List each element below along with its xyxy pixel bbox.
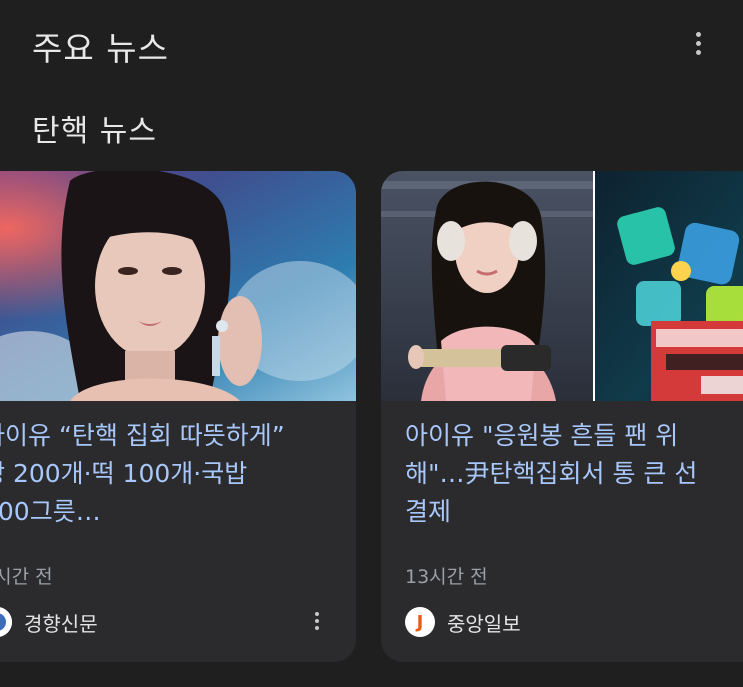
more-vert-icon[interactable]: [686, 28, 710, 58]
news-page: 주요 뉴스 탄핵 뉴스 아이유 “탄핵 집회 따뜻하게” 빵 200개·떡 10…: [0, 0, 743, 687]
source-name: 중앙일보: [447, 611, 521, 636]
headline-line: 아이유 “탄핵 집회 따뜻하게”: [0, 421, 285, 450]
news-headline[interactable]: 아이유 "응원봉 흔들 팬 위 해"…尹탄핵집회서 통 큰 선 결제: [405, 417, 697, 531]
headline-line: 200그릇…: [0, 497, 101, 526]
headline-line: 결제: [405, 497, 452, 526]
news-card[interactable]: 아이유 “탄핵 집회 따뜻하게” 빵 200개·떡 100개·국밥 200그릇……: [0, 171, 356, 662]
news-source: 경향신문: [0, 607, 98, 637]
headline-line: 해"…尹탄핵집회서 통 큰 선: [405, 459, 698, 488]
card-more-icon[interactable]: [307, 607, 327, 635]
source-name: 경향신문: [24, 611, 98, 636]
logo-letter: J: [416, 611, 424, 633]
news-photo-icon[interactable]: [381, 171, 743, 401]
headline-line: 아이유 "응원봉 흔들 팬 위: [405, 421, 679, 450]
source-logo-icon: [0, 607, 12, 637]
news-time: 13시간 전: [405, 566, 488, 588]
news-time: 9시간 전: [0, 566, 53, 588]
page-title: 주요 뉴스: [32, 29, 169, 68]
news-card[interactable]: 아이유 "응원봉 흔들 팬 위 해"…尹탄핵집회서 통 큰 선 결제 13시간 …: [381, 171, 743, 662]
joongang-logo-icon: J: [405, 607, 435, 637]
headline-line: 빵 200개·떡 100개·국밥: [0, 459, 248, 488]
section-title: 탄핵 뉴스: [32, 114, 157, 149]
news-photo-icon[interactable]: [0, 171, 356, 401]
news-source: J 중앙일보: [405, 607, 521, 637]
news-headline[interactable]: 아이유 “탄핵 집회 따뜻하게” 빵 200개·떡 100개·국밥 200그릇…: [0, 417, 285, 531]
